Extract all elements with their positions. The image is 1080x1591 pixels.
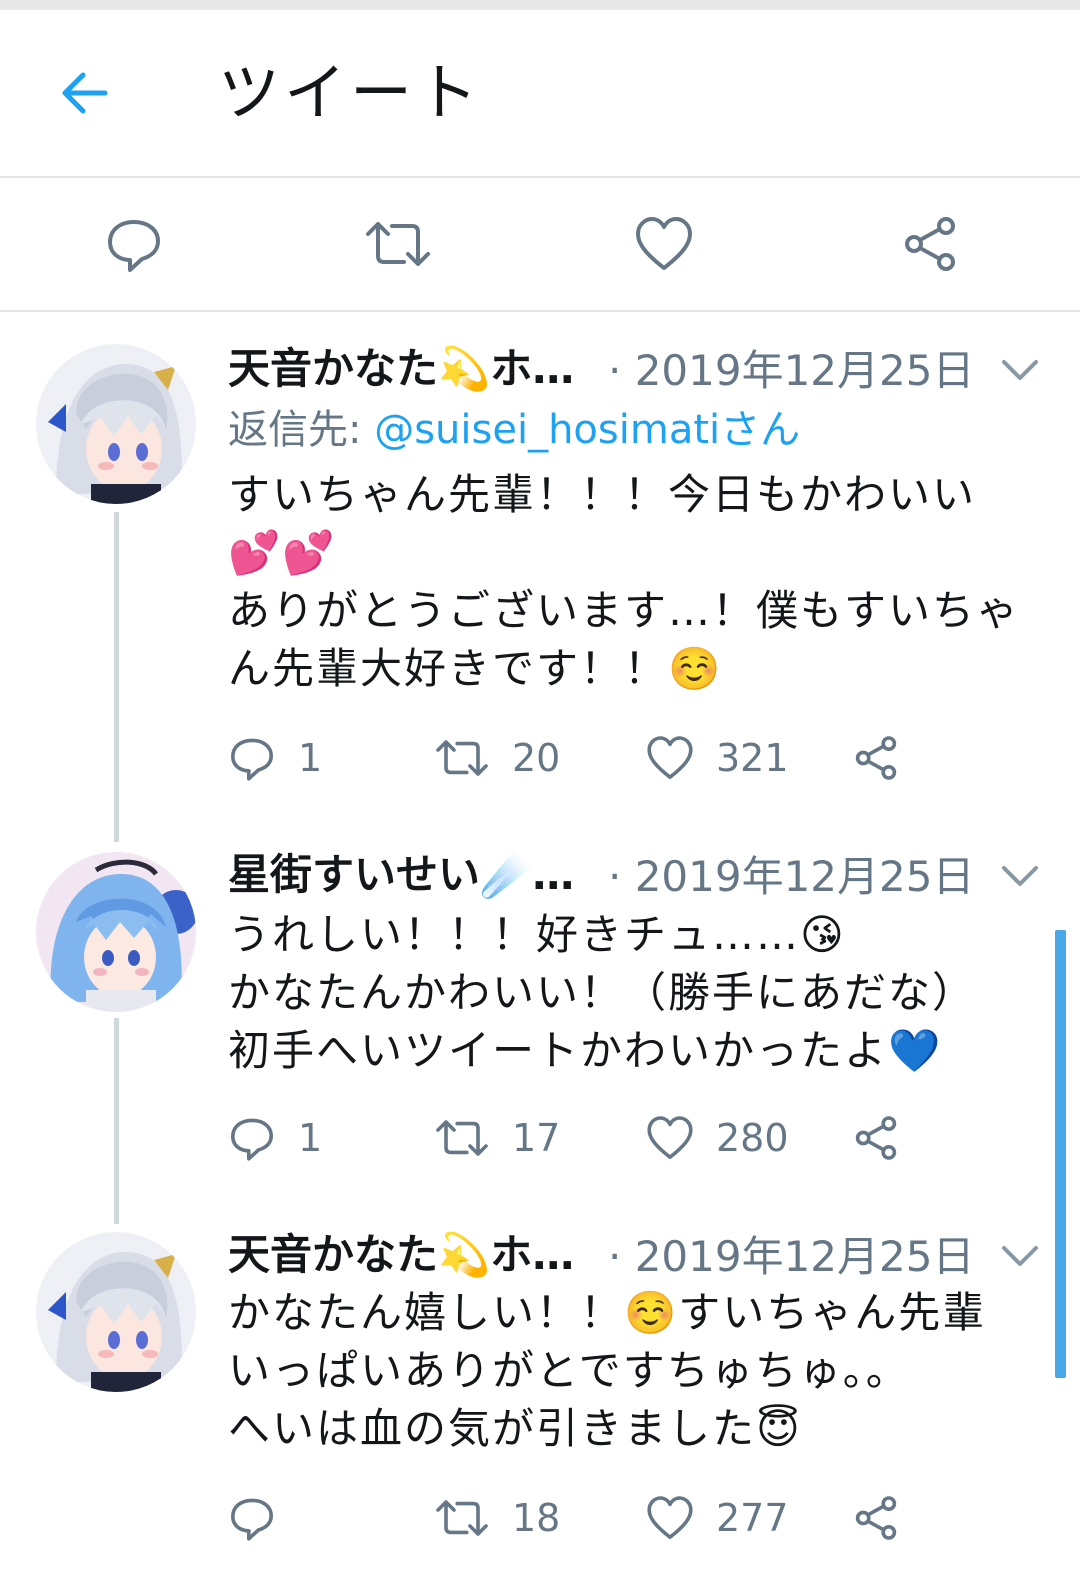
like-button[interactable]: 280 [646, 1108, 789, 1168]
retweet-button[interactable] [360, 206, 436, 282]
share-button[interactable] [852, 1108, 900, 1168]
avatar[interactable] [36, 344, 196, 504]
tweet-stats: 1 17 280 [228, 1108, 928, 1168]
retweet-button[interactable]: 20 [434, 728, 560, 788]
reply-icon [231, 738, 273, 781]
reply-button[interactable]: 1 [228, 1108, 322, 1168]
top-bar: ツイート [0, 10, 1080, 178]
tweet-stats: 18 277 [228, 1488, 928, 1548]
reply-to-handle[interactable]: @suisei_hosimatiさん [374, 407, 800, 453]
share-button[interactable] [892, 206, 968, 282]
share-icon [855, 1116, 897, 1160]
reply-button[interactable]: 1 [228, 728, 322, 788]
retweet-count: 20 [512, 736, 561, 780]
like-icon [647, 1496, 693, 1539]
like-button[interactable]: 277 [646, 1488, 789, 1548]
retweet-count: 18 [512, 1496, 561, 1540]
display-name[interactable]: 天音かなた💫ホ… [228, 1228, 574, 1282]
tweet-stats: 1 20 321 [228, 728, 928, 788]
timestamp[interactable]: · 2019年12月25日 [608, 1230, 974, 1284]
share-icon [905, 217, 955, 271]
retweet-icon [436, 1120, 488, 1156]
retweet-icon [436, 1500, 488, 1536]
reply-count: 1 [298, 736, 323, 780]
chevron-down-icon[interactable] [996, 350, 1044, 390]
thread-line [114, 1018, 119, 1224]
tweet-header: 天音かなた💫ホ… · 2019年12月25日 [228, 342, 1048, 406]
avatar[interactable] [36, 1232, 196, 1392]
retweet-icon [436, 740, 488, 776]
share-icon [855, 1496, 897, 1540]
tweet-text: うれしい！！！好きチュ……😘 かなたんかわいい！（勝手にあだな） 初手へいツイー… [228, 910, 977, 1075]
like-icon [647, 1116, 693, 1159]
timestamp[interactable]: · 2019年12月25日 [608, 344, 974, 398]
timestamp[interactable]: · 2019年12月25日 [608, 850, 974, 904]
share-button[interactable] [852, 728, 900, 788]
retweet-button[interactable]: 18 [434, 1488, 560, 1548]
reply-icon [231, 1498, 273, 1541]
status-strip [0, 0, 1080, 10]
reply-to-label: 返信先: [228, 407, 375, 453]
reply-button[interactable] [228, 1488, 298, 1548]
reply-icon [108, 220, 160, 272]
share-button[interactable] [852, 1488, 900, 1548]
main-tweet-action-bar [0, 178, 1080, 312]
reply-button[interactable] [96, 206, 172, 282]
reply-to-line: 返信先: @suisei_hosimatiさん [228, 402, 800, 458]
tweet-text: かなたん嬉しい！！☺️すいちゃん先輩いっぱいありがとですちゅちゅ。。 へいは血の… [228, 1288, 987, 1453]
tweet-header: 天音かなた💫ホ… · 2019年12月25日 [228, 1228, 1048, 1292]
like-icon [647, 736, 693, 779]
like-count: 277 [716, 1496, 789, 1540]
reply-icon [231, 1118, 273, 1161]
like-button[interactable]: 321 [646, 728, 789, 788]
share-icon [855, 736, 897, 780]
like-button[interactable] [626, 206, 702, 282]
scrollbar-thumb[interactable] [1055, 930, 1066, 1378]
like-count: 321 [716, 736, 789, 780]
arrow-left-icon [62, 72, 108, 114]
retweet-icon [366, 222, 430, 266]
thread-line [114, 512, 119, 842]
display-name[interactable]: 天音かなた💫ホ… [228, 342, 574, 396]
page-title: ツイート [218, 56, 483, 129]
tweet-header: 星街すいせい☄️… · 2019年12月25日 [228, 848, 1048, 912]
reply-count: 1 [298, 1116, 323, 1160]
retweet-button[interactable]: 17 [434, 1108, 560, 1168]
like-count: 280 [716, 1116, 789, 1160]
avatar[interactable] [36, 852, 196, 1012]
tweet-text: すいちゃん先輩！！！今日もかわいい💕💕 ありがとうございます…！僕もすいちゃん先… [228, 470, 1021, 693]
chevron-down-icon[interactable] [996, 856, 1044, 896]
chevron-down-icon[interactable] [996, 1236, 1044, 1276]
like-icon [636, 217, 692, 270]
retweet-count: 17 [512, 1116, 561, 1160]
back-button[interactable] [52, 60, 118, 126]
display-name[interactable]: 星街すいせい☄️… [228, 848, 574, 902]
